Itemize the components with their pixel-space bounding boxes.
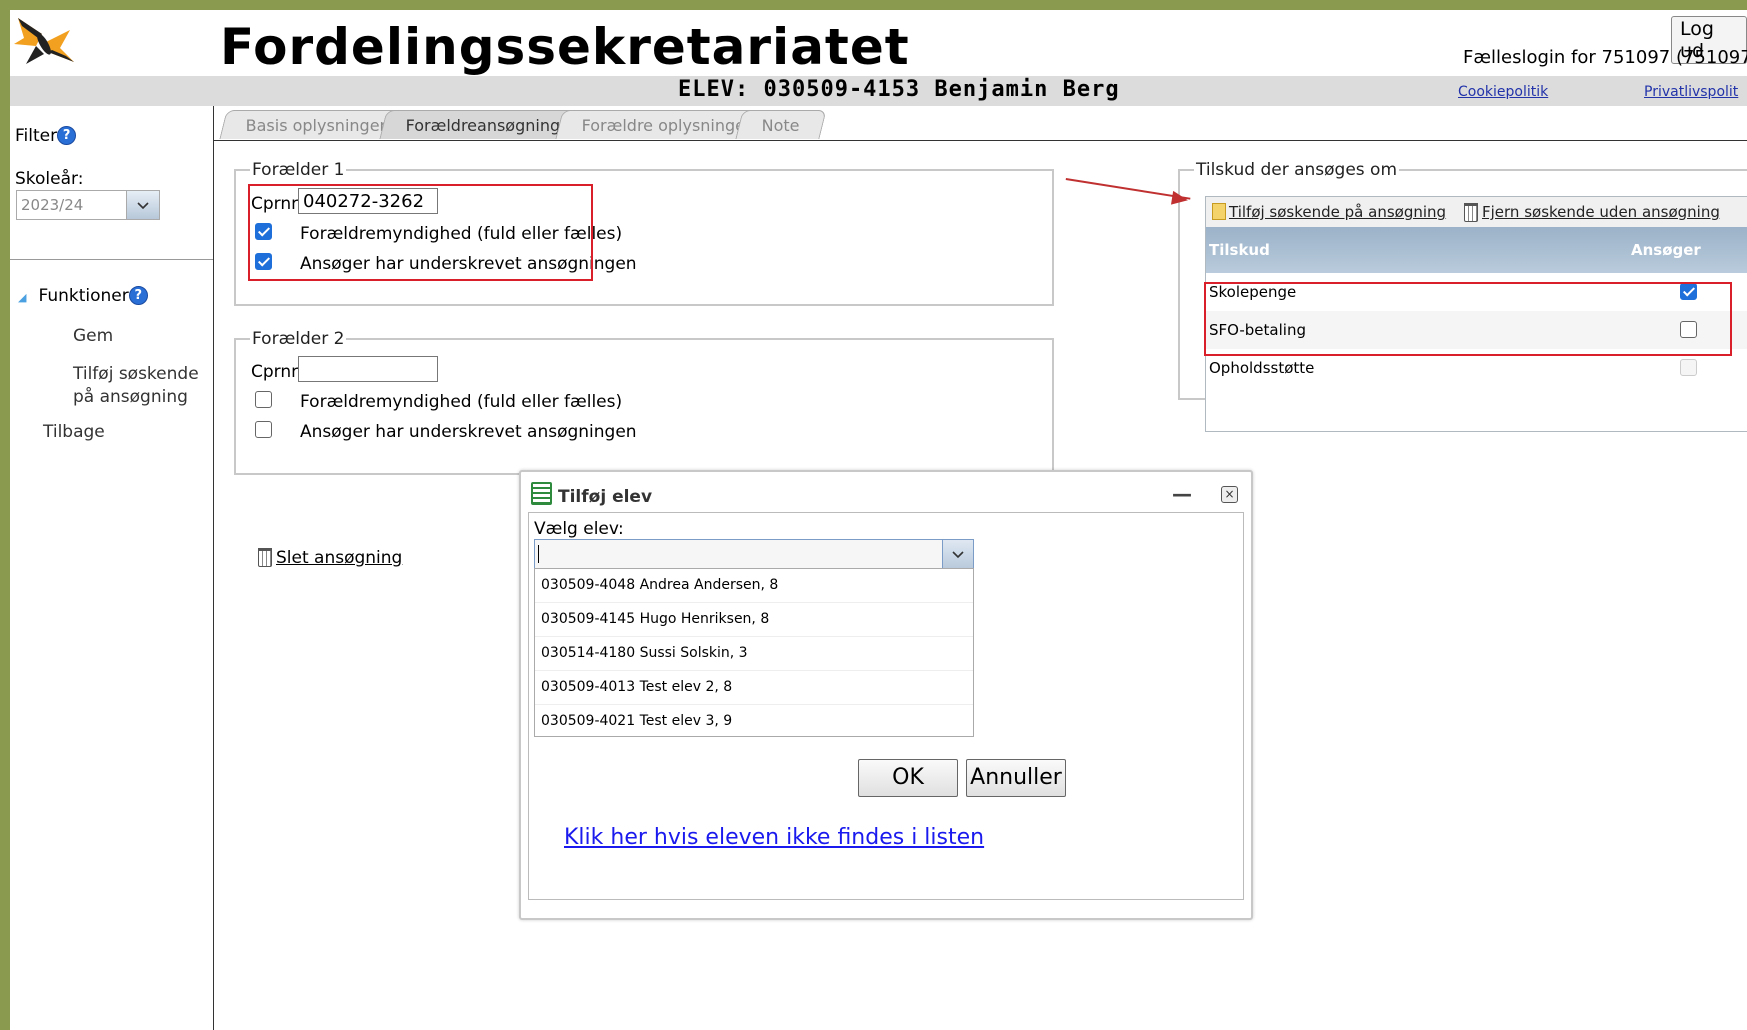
- cancel-button[interactable]: Annuller: [966, 759, 1066, 797]
- ok-button[interactable]: OK: [858, 759, 958, 797]
- chevron-down-icon[interactable]: [942, 540, 973, 569]
- functions-label: Funktioner: [38, 286, 129, 306]
- parent1-legend: Forælder 1: [252, 160, 345, 180]
- sidebar-divider: [10, 259, 213, 260]
- student-combobox[interactable]: [534, 539, 974, 570]
- expand-triangle-icon[interactable]: ◢: [18, 291, 26, 304]
- sidebar-item-add-sibling[interactable]: Tilføj søskende: [73, 364, 199, 384]
- school-year-label: Skoleår:: [15, 169, 84, 189]
- trash-icon: [1464, 203, 1478, 222]
- help-icon[interactable]: ?: [128, 286, 148, 305]
- parent2-legend: Forælder 2: [252, 329, 345, 349]
- school-year-value: 2023/24: [21, 196, 84, 214]
- grants-header-row: Tilskud Ansøger: [1206, 227, 1747, 273]
- close-icon[interactable]: ×: [1221, 486, 1238, 503]
- trash-icon: [258, 548, 272, 567]
- document-add-icon: [1212, 203, 1226, 220]
- grant-name: Opholdsstøtte: [1209, 359, 1315, 377]
- app-window: Fordelingssekretariatet Log ud Fælleslog…: [10, 10, 1747, 1030]
- header: Fordelingssekretariatet Log ud Fælleslog…: [10, 10, 1747, 76]
- student-label: ELEV: 030509-4153 Benjamin Berg: [678, 77, 1120, 102]
- sidebar-item-back[interactable]: Tilbage: [43, 422, 105, 442]
- add-student-dialog: Tilføj elev — × Vælg elev: 030509-4048 A…: [519, 470, 1253, 920]
- app-title: Fordelingssekretariatet: [220, 18, 910, 76]
- functions-heading[interactable]: ◢ Funktioner?: [18, 286, 148, 306]
- student-bar: ELEV: 030509-4153 Benjamin Berg Cookiepo…: [10, 76, 1747, 106]
- minimize-icon[interactable]: —: [1172, 482, 1192, 506]
- filter-label: Filter: [15, 126, 58, 146]
- col-grant-header: Tilskud: [1209, 241, 1270, 259]
- list-icon: [531, 482, 552, 505]
- school-year-select[interactable]: 2023/24: [16, 190, 160, 220]
- select-student-label: Vælg elev:: [534, 519, 624, 539]
- grants-legend: Tilskud der ansøges om: [1196, 160, 1398, 180]
- student-option[interactable]: 030514-4180 Sussi Solskin, 3: [535, 637, 973, 671]
- col-applicant-header: Ansøger: [1631, 241, 1701, 259]
- highlight-box-grants: [1204, 282, 1732, 356]
- add-sibling-link[interactable]: Tilføj søskende på ansøgning: [1212, 203, 1446, 221]
- butterfly-logo: [14, 18, 74, 64]
- parent2-signed-checkbox[interactable]: [255, 421, 272, 438]
- privacy-policy-link[interactable]: Privatlivspolit: [1644, 84, 1738, 100]
- sidebar-item-add-sibling-line2[interactable]: på ansøgning: [73, 387, 188, 407]
- student-option[interactable]: 030509-4021 Test elev 3, 9: [535, 705, 973, 738]
- delete-application-label: Slet ansøgning: [276, 548, 403, 568]
- dialog-title-text: Tilføj elev: [558, 487, 653, 507]
- sidebar-item-save[interactable]: Gem: [73, 326, 113, 346]
- login-info: Fælleslogin for 751097 (751097: [1463, 47, 1747, 68]
- text-cursor: [538, 545, 539, 563]
- student-option-list: 030509-4048 Andrea Andersen, 8 030509-41…: [534, 568, 974, 737]
- remove-sibling-label: Fjern søskende uden ansøgning: [1482, 203, 1720, 221]
- parent2-cpr-label: Cprnr:: [251, 362, 304, 382]
- dialog-title: Tilføj elev: [531, 482, 652, 507]
- parent2-custody-label: Forældremyndighed (fuld eller fælles): [300, 392, 623, 412]
- highlight-box-parent1: [248, 184, 593, 281]
- tab-note[interactable]: Note: [735, 110, 827, 139]
- help-icon[interactable]: ?: [57, 126, 77, 145]
- parent2-cpr-input[interactable]: [298, 356, 438, 382]
- delete-application-link[interactable]: Slet ansøgning: [258, 548, 402, 568]
- parent2-custody-checkbox[interactable]: [255, 391, 272, 408]
- add-sibling-label: Tilføj søskende på ansøgning: [1229, 203, 1447, 221]
- cookie-policy-link[interactable]: Cookiepolitik: [1458, 84, 1548, 100]
- student-not-found-link[interactable]: Klik her hvis eleven ikke findes i liste…: [564, 825, 984, 850]
- student-option[interactable]: 030509-4013 Test elev 2, 8: [535, 671, 973, 705]
- annotation-arrow-head: [1171, 190, 1189, 208]
- grant-checkbox-residence-support: [1680, 359, 1697, 376]
- filter-heading: Filter?: [15, 126, 77, 146]
- student-option[interactable]: 030509-4048 Andrea Andersen, 8: [535, 569, 973, 603]
- dialog-body: Vælg elev: 030509-4048 Andrea Andersen, …: [528, 512, 1244, 900]
- student-option[interactable]: 030509-4145 Hugo Henriksen, 8: [535, 603, 973, 637]
- remove-sibling-link[interactable]: Fjern søskende uden ansøgning: [1464, 203, 1720, 222]
- sidebar: Filter? Skoleår: 2023/24 ◢ Funktioner? Ge…: [10, 106, 214, 1030]
- grants-toolbar: Tilføj søskende på ansøgning Fjern søske…: [1206, 197, 1747, 228]
- chevron-down-icon[interactable]: [126, 191, 159, 219]
- tab-bar: Basis oplysninger Forældreansøgning Foræ…: [213, 106, 1747, 141]
- parent2-signed-label: Ansøger har underskrevet ansøgningen: [300, 422, 637, 442]
